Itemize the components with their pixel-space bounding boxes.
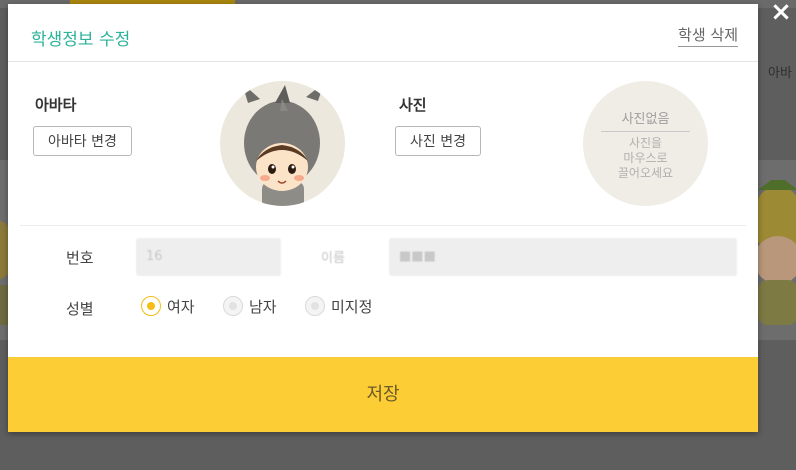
radio-checked-icon [141, 296, 161, 316]
photo-hint-line: 마우스로 [623, 151, 668, 165]
gender-option-label: 여자 [167, 297, 195, 316]
radio-unchecked-icon [305, 296, 325, 316]
photo-dropzone[interactable]: 사진없음 사진을 마우스로 끌어오세요 [583, 81, 708, 206]
modal-title: 학생정보 수정 [31, 30, 131, 50]
radio-unchecked-icon [223, 296, 243, 316]
save-button[interactable]: 저장 [8, 357, 758, 432]
gender-option-female[interactable]: 여자 [141, 295, 195, 317]
gender-option-label: 남자 [249, 297, 277, 316]
gender-option-label: 미지정 [331, 297, 373, 316]
photo-hint-line: 끌어오세요 [617, 166, 674, 180]
number-field[interactable]: 16 [136, 238, 281, 276]
name-field[interactable]: ■■■ [389, 238, 737, 276]
change-photo-button[interactable]: 사진 변경 [395, 126, 481, 156]
background-text: 아바 [768, 66, 792, 81]
divider [20, 225, 746, 226]
gender-option-unspecified[interactable]: 미지정 [305, 295, 372, 317]
delete-student-link[interactable]: 학생 삭제 [678, 24, 738, 47]
photo-empty-text: 사진없음 [601, 108, 690, 132]
edit-student-modal: 학생정보 수정 학생 삭제 아바타 아바타 변경 사진 사진 변경 사진없음 사… [8, 4, 758, 432]
avatar [220, 81, 345, 206]
number-label: 번호 [66, 249, 94, 267]
avatar-label: 아바타 [35, 96, 77, 114]
photo-label: 사진 [399, 96, 427, 114]
name-label: 이름 [321, 251, 345, 266]
photo-hint: 사진을 마우스로 끌어오세요 [583, 136, 708, 181]
gender-label: 성별 [66, 300, 94, 318]
change-avatar-button[interactable]: 아바타 변경 [33, 126, 132, 156]
photo-hint-line: 사진을 [628, 136, 663, 150]
close-icon[interactable]: × [768, 0, 794, 26]
rhino-avatar-icon [242, 83, 324, 206]
modal-header: 학생정보 수정 학생 삭제 [8, 4, 758, 62]
gender-option-male[interactable]: 남자 [223, 295, 277, 317]
